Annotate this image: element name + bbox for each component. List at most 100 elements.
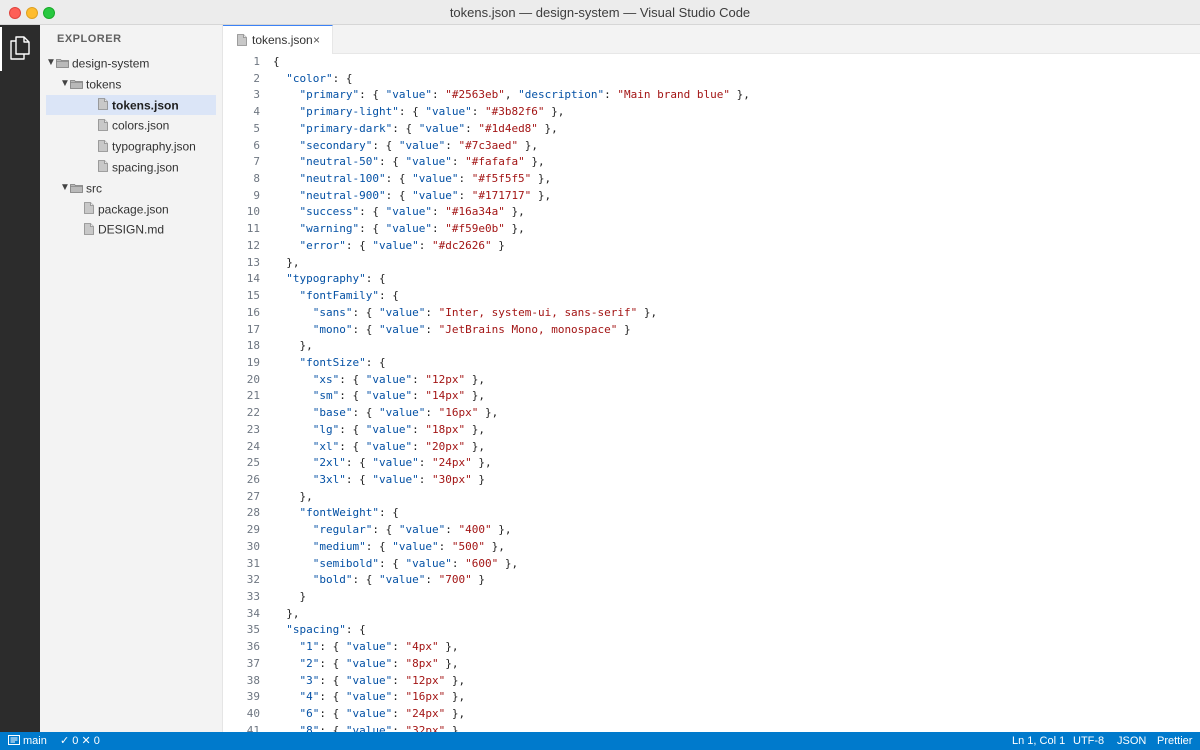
code-line[interactable]: "color": { xyxy=(273,71,750,88)
json-key: "3" xyxy=(299,673,320,687)
code-line[interactable]: "xs": { "value": "12px" }, xyxy=(273,372,750,389)
code-line[interactable]: "2xl": { "value": "24px" }, xyxy=(273,455,750,472)
formatter-indicator[interactable]: Prettier xyxy=(1157,732,1192,750)
code-line[interactable]: "spacing": { xyxy=(273,622,750,639)
code-line[interactable]: "mono": { "value": "JetBrains Mono, mono… xyxy=(273,322,750,339)
json-string: "JetBrains Mono, monospace" xyxy=(438,322,618,336)
json-punctuation xyxy=(273,139,300,152)
json-punctuation xyxy=(273,356,300,369)
json-punctuation: } xyxy=(471,472,485,486)
code-line[interactable]: "regular": { "value": "400" }, xyxy=(273,522,750,539)
chevron-down-icon[interactable]: ▼ xyxy=(60,178,70,199)
json-key: "2" xyxy=(299,656,320,670)
json-punctuation: : { xyxy=(345,623,366,637)
json-key: "mono" xyxy=(312,322,353,336)
code-line[interactable]: "semibold": { "value": "600" }, xyxy=(273,556,750,573)
json-punctuation: : { xyxy=(352,305,379,319)
json-punctuation: : { xyxy=(359,205,386,219)
code-line[interactable]: "warning": { "value": "#f59e0b" }, xyxy=(273,221,750,238)
code-line[interactable]: "fontFamily": { xyxy=(273,288,750,305)
code-line[interactable]: } xyxy=(273,589,750,606)
code-line[interactable]: "2": { "value": "8px" }, xyxy=(273,656,750,673)
json-punctuation xyxy=(273,423,313,436)
tab-close-button[interactable]: × xyxy=(313,26,320,54)
code-line[interactable]: "error": { "value": "#dc2626" } xyxy=(273,238,750,255)
json-punctuation: }, xyxy=(531,172,552,186)
json-punctuation: : { xyxy=(378,506,399,520)
language-mode[interactable]: JSON xyxy=(1117,732,1146,750)
json-punctuation: : xyxy=(604,88,618,102)
tree-file[interactable]: typography.json xyxy=(46,136,216,157)
code-line[interactable]: "8": { "value": "32px" }, xyxy=(273,723,750,732)
code-line[interactable]: "base": { "value": "16px" }, xyxy=(273,405,750,422)
line-number: 25 xyxy=(246,456,260,470)
tree-file[interactable]: package.json xyxy=(46,199,216,220)
code-line[interactable]: "secondary": { "value": "#7c3aed" }, xyxy=(273,138,750,155)
tree-folder[interactable]: ▼ tokens xyxy=(46,74,216,95)
code-line[interactable]: }, xyxy=(273,489,750,506)
code-line[interactable]: "3xl": { "value": "30px" } xyxy=(273,472,750,489)
code-line[interactable]: "lg": { "value": "18px" }, xyxy=(273,422,750,439)
code-line[interactable]: }, xyxy=(273,338,750,355)
code-line[interactable]: "fontWeight": { xyxy=(273,505,750,522)
line-number: 40 xyxy=(246,707,260,721)
code-line[interactable]: "typography": { xyxy=(273,271,750,288)
json-punctuation: : xyxy=(418,456,432,470)
code-line[interactable]: "sans": { "value": "Inter, system-ui, sa… xyxy=(273,305,750,322)
json-punctuation: : { xyxy=(339,389,366,403)
code-line[interactable]: "primary-light": { "value": "#3b82f6" }, xyxy=(273,104,750,121)
json-punctuation: : xyxy=(425,322,439,336)
json-key: "8" xyxy=(299,723,320,732)
code-line[interactable]: "neutral-900": { "value": "#171717" }, xyxy=(273,188,750,205)
json-key: "success" xyxy=(299,205,360,219)
chevron-down-icon[interactable]: ▼ xyxy=(46,53,56,74)
json-punctuation: }, xyxy=(273,606,300,620)
tree-file[interactable]: colors.json xyxy=(46,115,216,136)
cursor-position[interactable]: Ln 1, Col 1 xyxy=(1012,732,1065,750)
code-line[interactable]: "4": { "value": "16px" }, xyxy=(273,689,750,706)
code-line[interactable]: "primary": { "value": "#2563eb", "descri… xyxy=(273,87,750,104)
explorer-activity-button[interactable] xyxy=(0,25,40,73)
json-punctuation: : xyxy=(392,656,406,670)
code-line[interactable]: "neutral-50": { "value": "#fafafa" }, xyxy=(273,154,750,171)
tree-folder[interactable]: ▼ src xyxy=(46,178,216,199)
code-line[interactable]: "3": { "value": "12px" }, xyxy=(273,673,750,690)
json-punctuation: : xyxy=(392,723,406,732)
code-line[interactable]: "1": { "value": "4px" }, xyxy=(273,639,750,656)
json-punctuation: }, xyxy=(465,422,485,436)
tree-file[interactable]: tokens.json xyxy=(46,94,216,116)
code-content[interactable]: { "color": { "primary": { "value": "#256… xyxy=(273,54,750,732)
json-punctuation: : { xyxy=(319,707,346,721)
line-number: 38 xyxy=(246,673,260,687)
code-editor[interactable]: 1 2 3 4 5 6 7 8 9 10 11 12 13 14 15 16 17 18 19 20 21 22 23 24 2… xyxy=(223,54,1200,732)
code-line[interactable]: "success": { "value": "#16a34a" }, xyxy=(273,204,750,221)
json-punctuation xyxy=(273,707,300,720)
tab-tokens-json[interactable]: tokens.json × xyxy=(223,25,333,54)
code-line[interactable]: "neutral-100": { "value": "#f5f5f5" }, xyxy=(273,171,750,188)
line-number: 6 xyxy=(253,138,260,152)
branch-indicator[interactable]: main xyxy=(8,732,47,750)
code-line[interactable]: "fontSize": { xyxy=(273,355,750,372)
tree-file[interactable]: spacing.json xyxy=(46,157,216,178)
tree-file[interactable]: DESIGN.md xyxy=(46,219,216,240)
code-line[interactable]: { xyxy=(273,54,750,71)
code-line[interactable]: "primary-dark": { "value": "#1d4ed8" }, xyxy=(273,121,750,138)
problems-indicator[interactable]: ✓ 0 ✕ 0 xyxy=(60,732,100,750)
code-line[interactable]: }, xyxy=(273,606,750,623)
json-string: "4px" xyxy=(405,640,439,654)
code-line[interactable]: "bold": { "value": "700" } xyxy=(273,572,750,589)
json-string: "#3b82f6" xyxy=(484,105,545,119)
code-line[interactable]: }, xyxy=(273,255,750,272)
code-line[interactable]: "sm": { "value": "14px" }, xyxy=(273,388,750,405)
code-line[interactable]: "xl": { "value": "20px" }, xyxy=(273,439,750,456)
code-line[interactable]: "medium": { "value": "500" }, xyxy=(273,539,750,556)
json-key: "base" xyxy=(312,406,353,420)
json-punctuation: }, xyxy=(273,255,300,269)
json-string: "600" xyxy=(465,556,499,570)
encoding-indicator[interactable]: UTF-8 xyxy=(1073,732,1104,750)
chevron-down-icon[interactable]: ▼ xyxy=(60,74,70,95)
code-line[interactable]: "6": { "value": "24px" }, xyxy=(273,706,750,723)
tree-folder[interactable]: ▼ design-system xyxy=(46,53,216,74)
json-string: "32px" xyxy=(405,723,446,732)
line-number: 32 xyxy=(246,573,260,587)
